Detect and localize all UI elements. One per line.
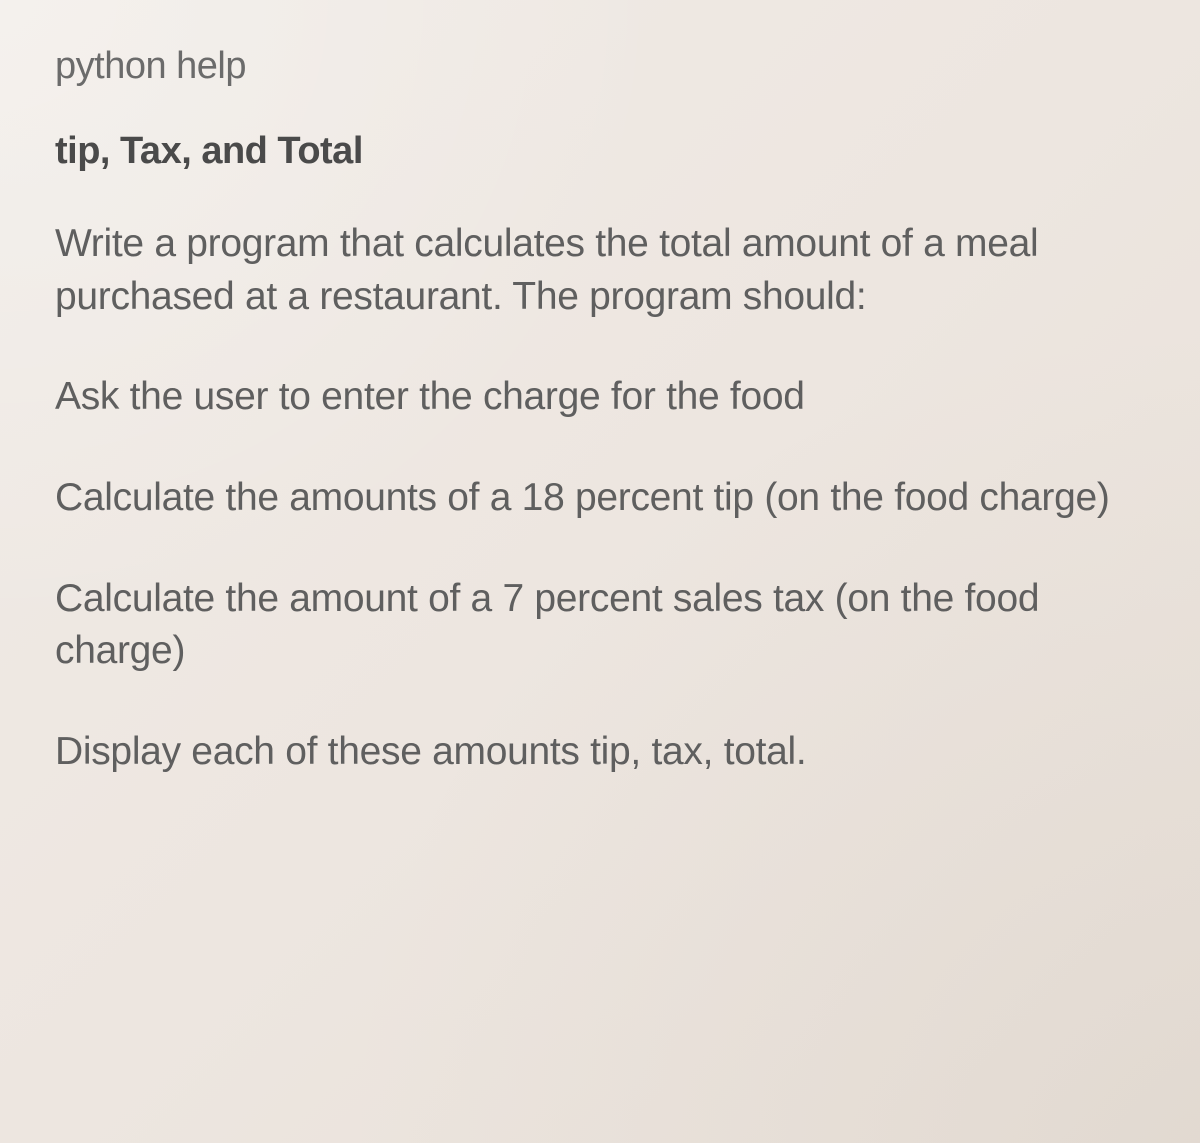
paragraph: Calculate the amounts of a 18 percent ti… bbox=[55, 472, 1145, 525]
paragraph: Write a program that calculates the tota… bbox=[55, 218, 1145, 323]
paragraph: Calculate the amount of a 7 percent sale… bbox=[55, 573, 1145, 678]
paragraph: Display each of these amounts tip, tax, … bbox=[55, 726, 1145, 779]
document-content: python help tip, Tax, and Total Write a … bbox=[55, 45, 1145, 778]
intro-text: python help bbox=[55, 45, 1145, 88]
paragraph: Ask the user to enter the charge for the… bbox=[55, 371, 1145, 424]
document-title: tip, Tax, and Total bbox=[55, 130, 1145, 173]
